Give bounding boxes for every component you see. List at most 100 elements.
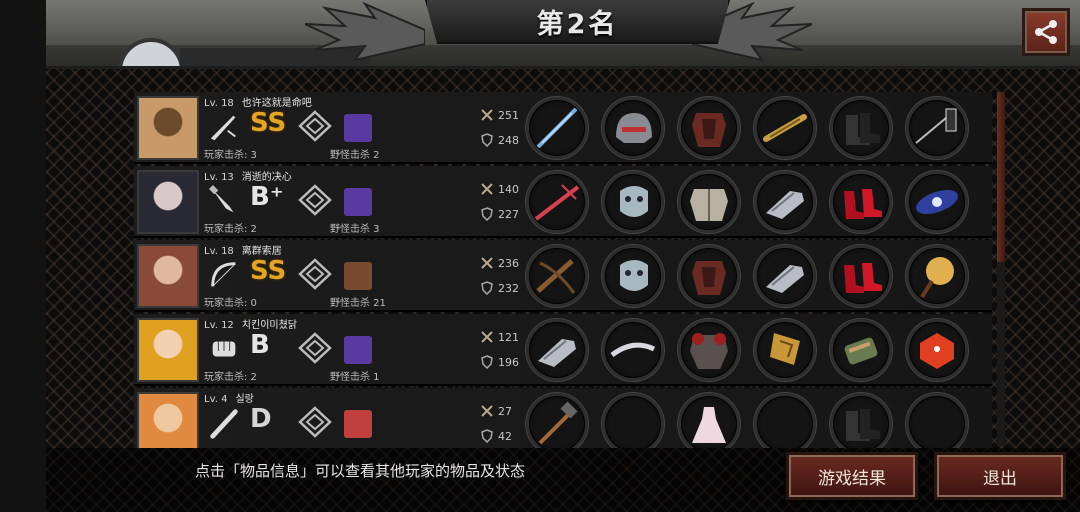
item-slot[interactable] [830,171,892,233]
item-slot[interactable] [602,97,664,159]
player-grade: SS [250,108,287,138]
monster-kills: 野怪击杀 21 [330,298,386,309]
attack-value: 236 [498,256,519,270]
rank-title: 第2名 [536,8,619,40]
player-level: Lv. 13 [204,172,234,183]
player-level: Lv. 18 [204,246,234,257]
medal-icon [920,257,954,299]
item-slot[interactable] [678,319,740,381]
player-level: Lv. 18 [204,98,234,109]
bracer-icon [844,337,878,365]
item-slot[interactable] [678,97,740,159]
player-level-name: Lv. 18 也许这就是命吧 [204,94,312,109]
player-level-name: Lv. 18 离群索居 [204,242,282,257]
player-level-name: Lv. 4 실랑 [204,390,254,405]
item-slot[interactable] [754,319,816,381]
dagger-icon [210,115,236,141]
attack-stat: 27 [480,404,512,418]
item-slot[interactable] [830,393,892,448]
game-result-button[interactable]: 游戏结果 [786,452,918,500]
heavy-armor-icon [690,333,728,369]
armor-icon [692,261,726,295]
item-slot[interactable] [602,171,664,233]
exit-button[interactable]: 退出 [934,452,1066,500]
defense-icon [481,355,493,369]
player-portrait[interactable] [137,244,199,308]
monster-kills: 野怪击杀 2 [330,150,380,161]
item-slot[interactable] [906,171,968,233]
share-icon [1035,20,1057,44]
defense-icon [481,133,493,147]
item-slot[interactable] [906,393,968,448]
player-row[interactable]: Lv. 12 치킨이미쳤닭 B 玩家击杀: 2 野怪击杀 1 121 196 [134,314,992,386]
scroll-thumb[interactable] [997,92,1005,262]
item-slot[interactable] [830,319,892,381]
skill-icon[interactable] [344,262,372,290]
dress-icon [692,407,726,443]
sword-icon [536,107,578,149]
player-grade: B [250,330,270,360]
item-slot[interactable] [526,393,588,448]
skill-icon[interactable] [344,114,372,142]
attack-value: 121 [498,330,519,344]
defense-value: 232 [498,281,519,295]
bat-icon [210,409,238,439]
defense-value: 248 [498,133,519,147]
monster-kills: 野怪击杀 1 [330,372,380,383]
item-slot[interactable] [526,171,588,233]
skill-icon[interactable] [344,188,372,216]
mask-icon [620,260,648,291]
item-slot[interactable] [754,97,816,159]
share-button[interactable] [1022,8,1070,56]
defense-icon [481,281,493,295]
defense-stat: 232 [480,281,519,295]
item-slot[interactable] [602,393,664,448]
player-kills: 玩家击杀: 2 [204,224,257,235]
item-slot[interactable] [830,245,892,307]
player-level: Lv. 12 [204,320,234,331]
item-slot[interactable] [602,319,664,381]
item-slot[interactable] [678,245,740,307]
player-row[interactable]: Lv. 4 실랑 D 27 42 [134,388,992,448]
player-row[interactable]: Lv. 18 也许这就是命吧 SS 玩家击杀: 3 野怪击杀 2 251 248 [134,92,992,164]
player-row[interactable]: Lv. 18 离群索居 SS 玩家击杀: 0 野怪击杀 21 236 232 [134,240,992,312]
item-slot[interactable] [754,171,816,233]
player-level: Lv. 4 [204,394,228,405]
item-slot[interactable] [906,245,968,307]
player-list[interactable]: Lv. 18 也许这就是命吧 SS 玩家击杀: 3 野怪击杀 2 251 248 Lv. 13… [134,92,992,448]
skill-icon[interactable] [344,336,372,364]
defense-icon [481,207,493,221]
armor-icon [692,113,726,147]
player-portrait[interactable] [137,96,199,160]
item-slot[interactable] [906,97,968,159]
item-slot[interactable] [678,393,740,448]
item-slot[interactable] [754,245,816,307]
item-slot[interactable] [526,245,588,307]
item-slot[interactable] [602,245,664,307]
item-slot[interactable] [678,171,740,233]
item-slot[interactable] [526,97,588,159]
fist-icon [212,341,236,357]
player-row[interactable]: Lv. 13 消逝的决心 B⁺ 玩家击杀: 2 野怪击杀 3 140 227 [134,166,992,238]
attack-value: 27 [498,404,512,418]
knife-icon [208,184,234,213]
defense-stat: 196 [480,355,519,369]
shield-icon [770,333,800,365]
item-slot[interactable] [830,97,892,159]
item-slot[interactable] [526,319,588,381]
skill-icon[interactable] [344,410,372,438]
rank-emblem-icon [298,184,332,216]
high-heels-icon [844,189,882,219]
item-slot[interactable] [906,319,968,381]
defense-stat: 42 [480,429,512,443]
attack-icon [481,257,493,269]
defense-stat: 227 [480,207,519,221]
attack-value: 140 [498,182,519,196]
player-portrait[interactable] [137,170,199,234]
left-edge [0,0,46,512]
attack-value: 251 [498,108,519,122]
item-slot[interactable] [754,393,816,448]
player-portrait[interactable] [137,392,199,448]
player-portrait[interactable] [137,318,199,382]
scrollbar[interactable] [997,92,1005,446]
